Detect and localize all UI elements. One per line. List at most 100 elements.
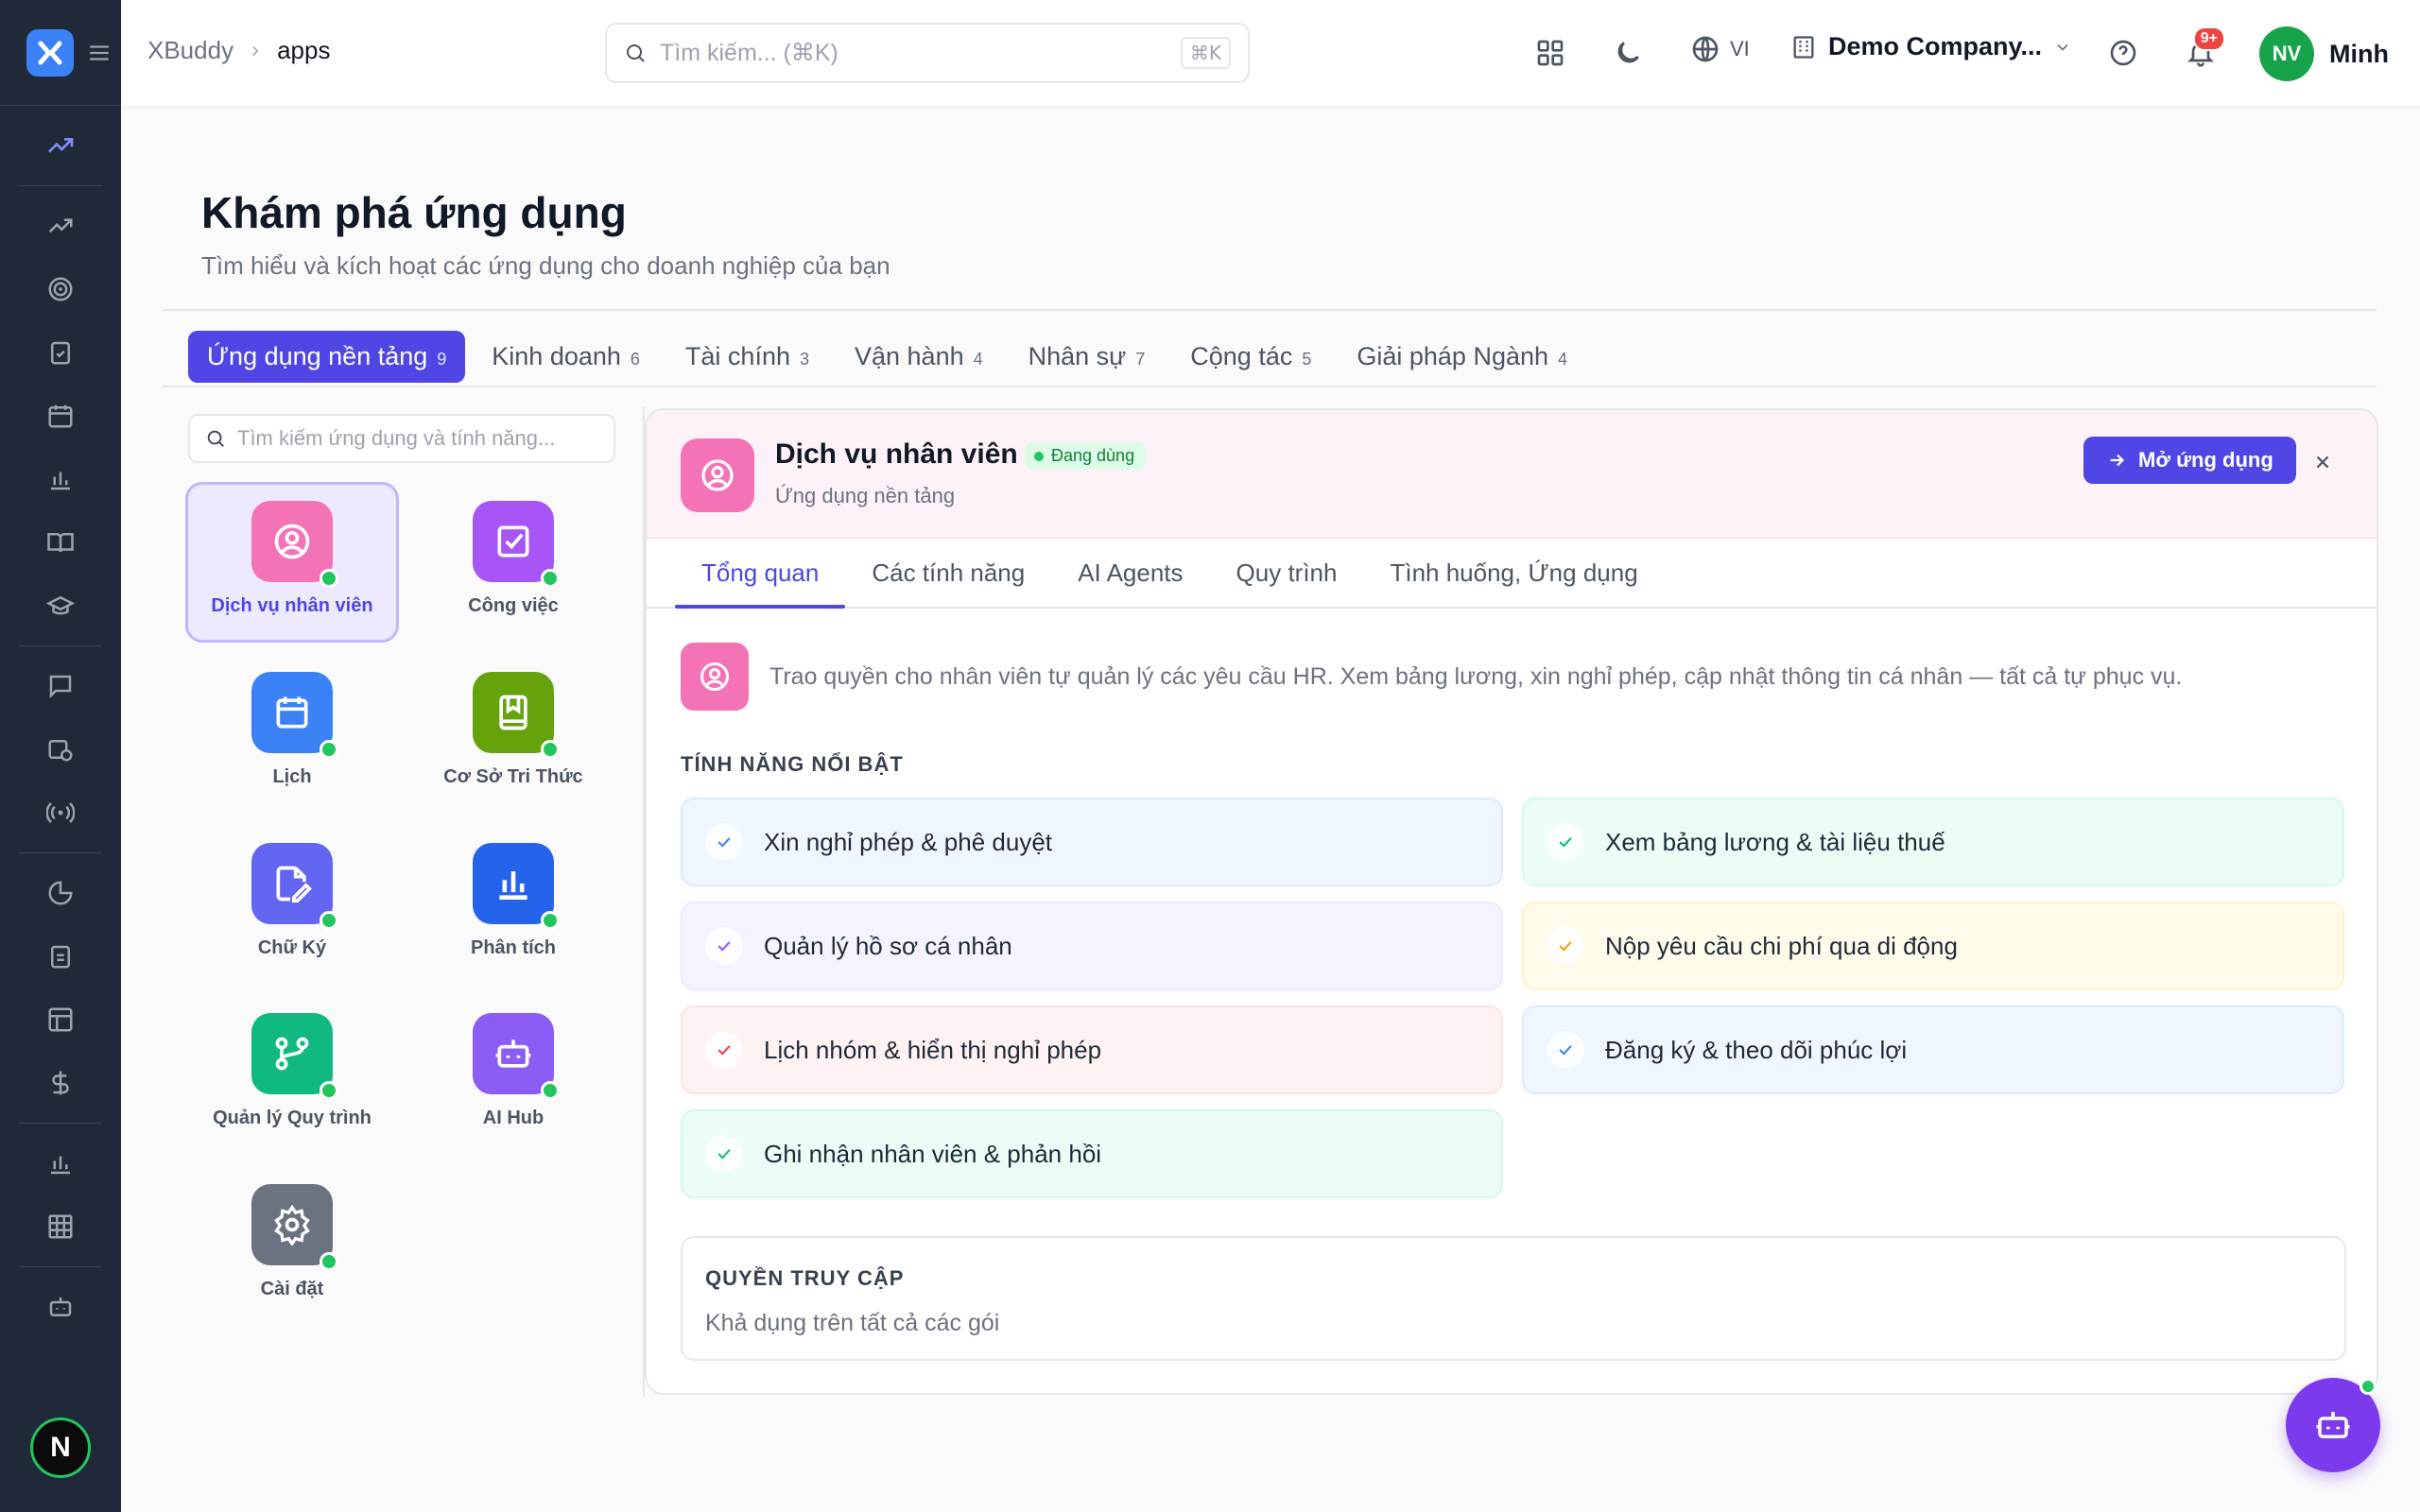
bar-chart-icon[interactable] [40,458,81,500]
dollar-icon[interactable] [40,1062,81,1104]
globe-icon [1690,34,1720,64]
activity-icon[interactable] [40,205,81,247]
help-icon[interactable] [2104,34,2142,72]
feature-item: Lịch nhóm & hiển thị nghỉ phép [681,1005,1503,1094]
language-label: VI [1730,37,1750,60]
features-heading: TÍNH NĂNG NỔI BẬT [681,752,904,776]
breadcrumb-root[interactable]: XBuddy [147,36,233,65]
chevron-down-icon [2053,38,2072,57]
sidebar-group-6 [19,1267,102,1347]
chart-icon[interactable] [40,1143,81,1184]
breadcrumb: XBuddy apps [147,36,330,65]
user-name: Minh [2329,39,2389,68]
app-cai-dat[interactable]: Cài đặt [185,1165,399,1326]
tab-tai-chinh[interactable]: Tài chính 3 [666,331,828,383]
menu-toggle-icon[interactable] [87,41,112,65]
active-dot [541,740,560,759]
status-dot [1034,451,1044,461]
app-chu-ky[interactable]: Chữ Ký [185,824,399,985]
app-logo[interactable] [26,28,74,77]
layout-icon[interactable] [40,999,81,1040]
active-dot [320,911,338,930]
check-icon [1547,1031,1584,1069]
ai-assistant-button[interactable] [2286,1378,2380,1472]
robot-icon [2316,1412,2350,1438]
tab-cong-tac[interactable]: Cộng tác 5 [1171,331,1330,383]
notification-badge: 9+ [2192,26,2225,51]
active-dot [320,569,338,588]
feature-item: Ghi nhận nhân viên & phản hồi [681,1109,1503,1198]
tab-cac-tinh-nang[interactable]: Các tính năng [845,539,1051,607]
access-heading: QUYỀN TRUY CẬP [705,1266,905,1290]
apps-grid-icon[interactable] [1531,34,1569,72]
description-row: Trao quyền cho nhân viên tự quản lý các … [681,643,2182,711]
graduation-cap-icon[interactable] [40,585,81,627]
robot-icon[interactable] [40,1286,81,1328]
close-icon[interactable] [2307,446,2339,478]
access-text: Khả dụng trên tất cả các gói [705,1310,1000,1336]
broadcast-icon[interactable] [40,792,81,833]
status-badge: Đang dùng [1025,442,1147,470]
detail-tabs: Tổng quan Các tính năng AI Agents Quy tr… [647,539,2377,609]
calendar-clock-icon[interactable] [40,729,81,770]
active-dot [541,569,560,588]
app-search-input[interactable]: Tìm kiếm ứng dụng và tính năng... [188,414,615,463]
tab-van-hanh[interactable]: Vận hành 4 [836,331,1002,383]
sidebar: N [0,0,121,1512]
language-switcher[interactable]: VI [1690,34,1750,64]
search-icon [205,428,226,449]
calendar-icon[interactable] [40,395,81,437]
book-open-icon[interactable] [40,522,81,563]
tab-nhan-su[interactable]: Nhân sự 7 [1010,331,1165,383]
clipboard-icon[interactable] [40,936,81,977]
bell-icon[interactable]: 9+ [2182,26,2225,72]
sidebar-header [0,0,121,106]
user-menu[interactable]: NV Minh [2259,26,2389,81]
app-description: Trao quyền cho nhân viên tự quản lý các … [769,662,2183,690]
tab-kinh-doanh[interactable]: Kinh doanh 6 [473,331,659,383]
company-selector[interactable]: Demo Company... [1790,32,2072,61]
open-app-button[interactable]: Mở ứng dụng [2083,437,2296,484]
sidebar-group-4 [19,853,102,1124]
app-dich-vu-nhan-vien[interactable]: Dịch vụ nhân viên [185,482,399,643]
user-circle-icon [681,643,749,711]
moon-icon[interactable] [1609,34,1647,72]
tab-tinh-huong[interactable]: Tình huống, Ứng dụng [1363,539,1664,607]
tab-nen-tang[interactable]: Ứng dụng nền tảng 9 [188,331,466,383]
grid-icon[interactable] [40,1206,81,1247]
detail-app-category: Ứng dụng nền tảng [775,484,956,507]
search-shortcut: ⌘K [1180,37,1231,69]
tab-tong-quan[interactable]: Tổng quan [675,539,846,609]
app-phan-tich[interactable]: Phân tích [406,824,620,985]
target-icon[interactable] [40,268,81,310]
tab-quy-trinh[interactable]: Quy trình [1210,539,1364,607]
check-icon [1547,927,1584,965]
pie-chart-icon[interactable] [40,872,81,914]
trending-icon[interactable] [40,125,81,166]
signature-icon [251,843,338,930]
active-dot [541,1081,560,1100]
workspace-avatar[interactable]: N [30,1418,91,1478]
global-search-input[interactable]: Tìm kiếm... (⌘K) ⌘K [605,23,1250,83]
app-lich[interactable]: Lịch [185,653,399,814]
active-dot [541,911,560,930]
tab-ai-agents[interactable]: AI Agents [1051,539,1209,607]
bar-chart-icon [473,843,560,930]
search-placeholder: Tìm kiếm... (⌘K) [660,40,838,66]
app-co-so-tri-thuc[interactable]: Cơ Sở Tri Thức [406,653,620,814]
access-section: QUYỀN TRUY CẬP Khả dụng trên tất cả các … [681,1236,2346,1361]
active-dot [320,1081,338,1100]
app-quan-ly-quy-trinh[interactable]: Quản lý Quy trình [185,994,399,1155]
app-cong-viec[interactable]: Công việc [406,482,620,643]
avatar: NV [2259,26,2314,81]
check-icon [1547,823,1584,861]
robot-icon [473,1013,560,1100]
app-ai-hub[interactable]: AI Hub [406,994,620,1155]
check-icon [705,1135,743,1173]
user-circle-icon [251,501,338,588]
tab-giai-phap-nganh[interactable]: Giải pháp Ngành 4 [1338,331,1586,383]
page-title: Khám phá ứng dụng [201,188,627,237]
calendar-icon [251,672,338,759]
clipboard-check-icon[interactable] [40,332,81,373]
message-icon[interactable] [40,665,81,707]
